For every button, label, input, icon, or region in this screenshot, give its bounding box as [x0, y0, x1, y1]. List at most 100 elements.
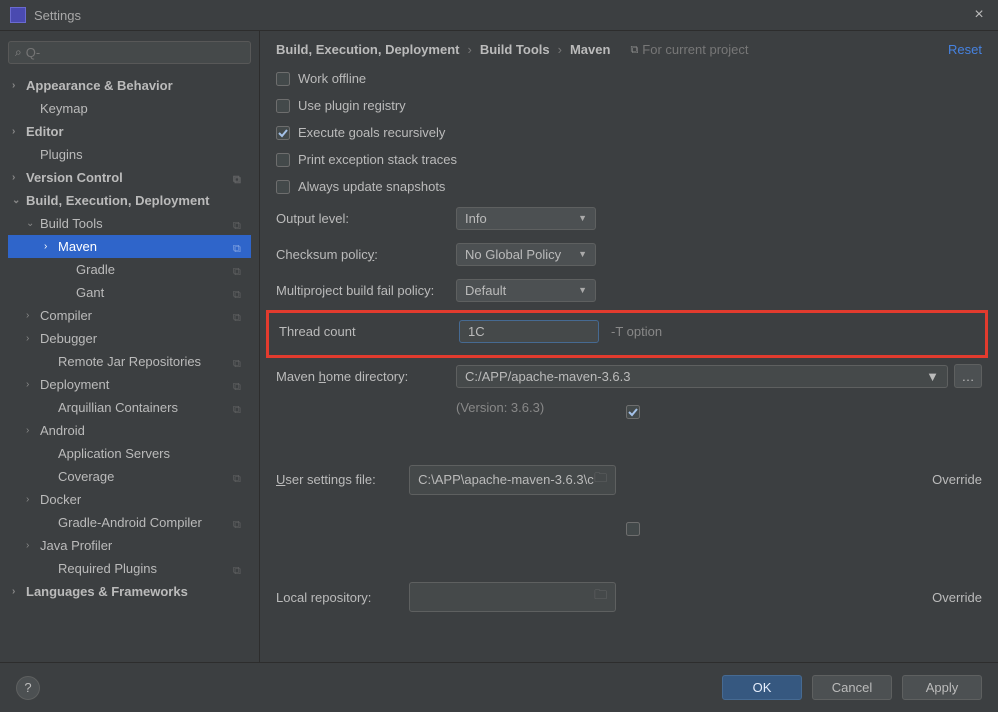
row-user-settings-file: User settings file: 🗀 Override [276, 427, 982, 533]
footer: ? OK Cancel Apply [0, 662, 998, 712]
input-local-repository[interactable]: 🗀 [409, 582, 616, 612]
sidebar-item-java-profiler[interactable]: ›Java Profiler [8, 534, 251, 557]
sidebar-item-debugger[interactable]: ›Debugger [8, 327, 251, 350]
checkbox-override-local-repo[interactable]: Override [626, 522, 982, 672]
scope-hint: For current project [630, 41, 748, 57]
cancel-button[interactable]: Cancel [812, 675, 892, 700]
label-local-repository: Local repository: [276, 590, 409, 605]
copy-icon [233, 171, 247, 185]
sidebar-item-version-control[interactable]: ›Version Control [8, 166, 251, 189]
sidebar-item-required-plugins[interactable]: Required Plugins [8, 557, 251, 580]
label-user-settings-file: User settings file: [276, 472, 409, 487]
input-thread-count[interactable] [459, 320, 599, 343]
copy-icon [233, 378, 247, 392]
sidebar-item-compiler[interactable]: ›Compiler [8, 304, 251, 327]
label-maven-home: Maven home directory: [276, 369, 456, 384]
sidebar-item-arquillian[interactable]: Arquillian Containers [8, 396, 251, 419]
copy-icon [233, 470, 247, 484]
chevron-right-icon: › [558, 42, 562, 57]
apply-button[interactable]: Apply [902, 675, 982, 700]
search-input[interactable] [26, 45, 244, 60]
row-maven-home: Maven home directory: C:/APP/apache-mave… [276, 364, 982, 388]
titlebar: Settings × [0, 0, 998, 31]
label-multiproject-fail-policy: Multiproject build fail policy: [276, 283, 456, 298]
sidebar-item-remote-jar[interactable]: Remote Jar Repositories [8, 350, 251, 373]
dropdown-output-level[interactable]: Info ▼ [456, 207, 596, 230]
copy-icon [233, 240, 247, 254]
checkbox-always-update-snapshots[interactable]: Always update snapshots [276, 179, 982, 194]
checkbox-icon [276, 99, 290, 113]
copy-icon [233, 309, 247, 323]
chevron-down-icon: ▼ [926, 369, 939, 384]
row-thread-count: Thread count -T option [279, 319, 975, 343]
sidebar-item-deployment[interactable]: ›Deployment [8, 373, 251, 396]
checkbox-use-plugin-registry[interactable]: Use plugin registry [276, 98, 982, 113]
row-output-level: Output level: Info ▼ [276, 206, 982, 230]
hint-thread-count: -T option [611, 324, 662, 339]
sidebar-item-build-tools[interactable]: ⌄Build Tools [8, 212, 251, 235]
row-multiproject-fail-policy: Multiproject build fail policy: Default … [276, 278, 982, 302]
row-local-repository: Local repository: 🗀 Override [276, 545, 982, 651]
checkbox-icon [276, 72, 290, 86]
close-icon[interactable]: × [970, 6, 988, 24]
breadcrumb-seg-bed[interactable]: Build, Execution, Deployment [276, 42, 459, 57]
reset-link[interactable]: Reset [948, 42, 982, 57]
sidebar-item-app-servers[interactable]: Application Servers [8, 442, 251, 465]
checkbox-execute-goals-recursively[interactable]: Execute goals recursively [276, 125, 982, 140]
ok-button[interactable]: OK [722, 675, 802, 700]
search-input-container[interactable]: ⌕ [8, 41, 251, 64]
sidebar: ⌕ ›Appearance & Behavior Keymap ›Editor … [0, 31, 260, 662]
chevron-right-icon: › [467, 42, 471, 57]
label-output-level: Output level: [276, 211, 456, 226]
app-icon [10, 7, 26, 23]
copy-icon [233, 355, 247, 369]
chevron-down-icon: ▼ [578, 249, 587, 259]
sidebar-item-build-execution-deployment[interactable]: ⌄Build, Execution, Deployment [8, 189, 251, 212]
input-user-settings-file[interactable]: 🗀 [409, 465, 616, 495]
sidebar-item-editor[interactable]: ›Editor [8, 120, 251, 143]
checkbox-work-offline[interactable]: Work offline [276, 71, 982, 86]
checkbox-checked-icon [276, 126, 290, 140]
folder-icon[interactable]: 🗀 [594, 469, 607, 491]
sidebar-item-coverage[interactable]: Coverage [8, 465, 251, 488]
highlight-annotation: Thread count -T option [266, 310, 988, 358]
breadcrumb: Build, Execution, Deployment › Build Too… [276, 41, 982, 57]
sidebar-item-gradle-android[interactable]: Gradle-Android Compiler [8, 511, 251, 534]
checkbox-icon [276, 153, 290, 167]
checkbox-icon [626, 522, 926, 672]
copy-icon [233, 562, 247, 576]
search-icon: ⌕ [15, 45, 22, 60]
copy-icon [233, 401, 247, 415]
sidebar-item-gradle[interactable]: Gradle [8, 258, 251, 281]
copy-icon [233, 516, 247, 530]
copy-icon [233, 217, 247, 231]
checkbox-print-exception-stack-traces[interactable]: Print exception stack traces [276, 152, 982, 167]
sidebar-item-docker[interactable]: ›Docker [8, 488, 251, 511]
dropdown-multiproject-fail-policy[interactable]: Default ▼ [456, 279, 596, 302]
help-button[interactable]: ? [16, 676, 40, 700]
chevron-down-icon: ▼ [578, 285, 587, 295]
sidebar-item-gant[interactable]: Gant [8, 281, 251, 304]
folder-icon[interactable]: 🗀 [594, 586, 607, 608]
label-thread-count: Thread count [279, 324, 459, 339]
breadcrumb-seg-build-tools[interactable]: Build Tools [480, 42, 550, 57]
user-settings-text[interactable] [418, 472, 594, 487]
sidebar-item-appearance[interactable]: ›Appearance & Behavior [8, 74, 251, 97]
sidebar-item-keymap[interactable]: Keymap [8, 97, 251, 120]
breadcrumb-seg-maven: Maven [570, 42, 610, 57]
checkbox-icon [276, 180, 290, 194]
browse-button[interactable]: … [954, 364, 982, 388]
chevron-down-icon: ▼ [578, 213, 587, 223]
sidebar-item-maven[interactable]: ›Maven [8, 235, 251, 258]
copy-icon [233, 263, 247, 277]
dropdown-maven-home[interactable]: C:/APP/apache-maven-3.6.3 ▼ [456, 365, 948, 388]
copy-icon [630, 41, 638, 57]
content-panel: Build, Execution, Deployment › Build Too… [260, 31, 998, 662]
copy-icon [233, 286, 247, 300]
window-title: Settings [34, 8, 970, 23]
sidebar-item-plugins[interactable]: Plugins [8, 143, 251, 166]
sidebar-item-android[interactable]: ›Android [8, 419, 251, 442]
local-repo-text[interactable] [418, 590, 594, 605]
sidebar-item-lang-frameworks[interactable]: ›Languages & Frameworks [8, 580, 251, 603]
dropdown-checksum-policy[interactable]: No Global Policy ▼ [456, 243, 596, 266]
